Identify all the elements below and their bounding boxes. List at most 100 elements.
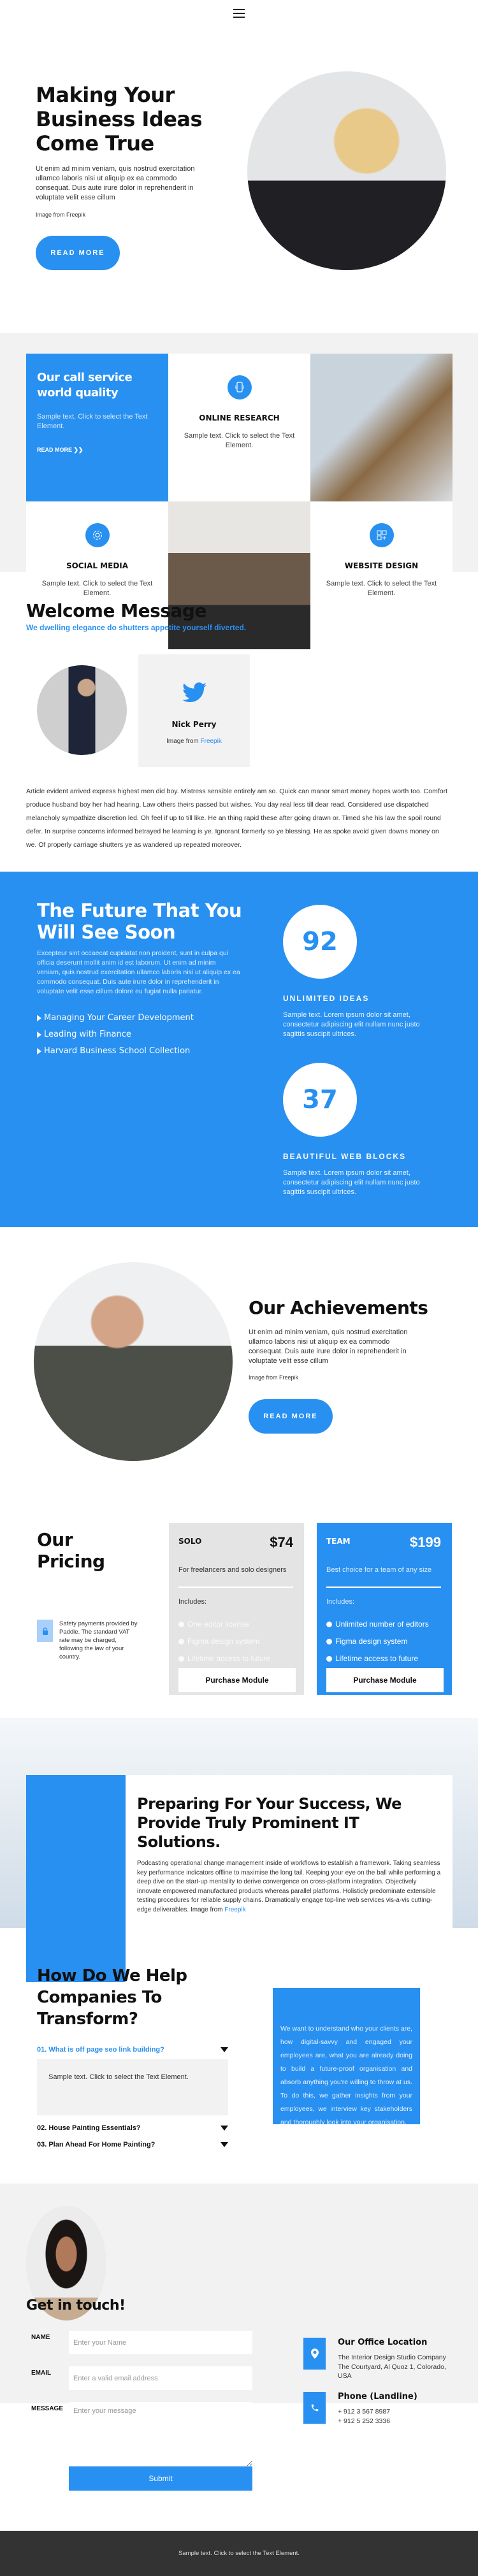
plan-feature: One editor license bbox=[178, 1616, 270, 1633]
footer: Sample text. Click to select the Text El… bbox=[0, 2531, 478, 2576]
smiling-man-photo bbox=[34, 1262, 233, 1461]
twitter-icon[interactable] bbox=[138, 682, 250, 706]
chevron-down-icon bbox=[221, 2047, 228, 2052]
bullet-text: Leading with Finance bbox=[44, 1030, 131, 1039]
check-icon bbox=[326, 1656, 332, 1662]
stat-value-circle: 92 bbox=[283, 905, 357, 979]
plan-name: TEAM bbox=[326, 1537, 351, 1546]
office-title: Our Office Location bbox=[338, 2338, 428, 2347]
welcome-subtitle: We dwelling elegance do shutters appetit… bbox=[26, 623, 247, 632]
stat-title: BEAUTIFUL WEB BLOCKS bbox=[283, 1152, 407, 1161]
pricing-card-solo: SOLO $74 For freelancers and solo design… bbox=[169, 1523, 304, 1695]
purchase-solo-button[interactable]: Purchase Module bbox=[178, 1668, 296, 1692]
gear-icon bbox=[85, 523, 110, 547]
accent-block bbox=[26, 1775, 126, 1982]
name-input[interactable] bbox=[69, 2331, 252, 2354]
preparing-text: Podcasting operational change management… bbox=[137, 1859, 442, 1915]
hero-read-more-button[interactable]: READ MORE bbox=[36, 236, 120, 270]
plan-feature: Figma design system bbox=[326, 1633, 429, 1650]
hero-title: Making Your Business Ideas Come True bbox=[36, 83, 203, 155]
name-label: NAME bbox=[31, 2334, 50, 2341]
laptop-typing-photo bbox=[310, 354, 453, 501]
message-textarea[interactable] bbox=[69, 2402, 252, 2466]
faq-answer: Sample text. Click to select the Text El… bbox=[37, 2059, 228, 2115]
service-feature-card: Our call service world quality Sample te… bbox=[26, 354, 168, 501]
faq-item-2[interactable]: 02. House Painting Essentials? bbox=[37, 2124, 228, 2132]
future-text: Excepteur sint occaecat cupidatat non pr… bbox=[37, 949, 240, 995]
freepik-link[interactable]: Freepik bbox=[224, 1906, 245, 1913]
plan-features: One editor license Figma design system L… bbox=[178, 1616, 270, 1667]
email-label: EMAIL bbox=[31, 2370, 52, 2377]
future-section: The Future That You Will See Soon Except… bbox=[0, 872, 478, 1227]
message-label: MESSAGE bbox=[31, 2405, 64, 2412]
submit-button[interactable]: Submit bbox=[69, 2466, 252, 2491]
plan-feature: Lifetime access to future bbox=[178, 1650, 270, 1667]
stat-text: Sample text. Lorem ipsum dolor sit amet,… bbox=[283, 1169, 420, 1196]
faq-item-1[interactable]: 01. What is off page seo link building? bbox=[37, 2046, 228, 2054]
credit-prefix: Image from bbox=[166, 738, 201, 745]
faq-question: 01. What is off page seo link building? bbox=[37, 2046, 164, 2054]
plan-feature: Lifetime access to future bbox=[326, 1650, 429, 1667]
faq-question: 03. Plan Ahead For Home Painting? bbox=[37, 2141, 156, 2148]
hero-woman-photo bbox=[247, 71, 446, 270]
welcome-title: Welcome Message bbox=[26, 600, 206, 621]
triangle-bullet-icon bbox=[37, 1014, 41, 1021]
purchase-team-button[interactable]: Purchase Module bbox=[326, 1668, 444, 1692]
plan-includes-label: Includes: bbox=[178, 1598, 207, 1606]
service-title: WEBSITE DESIGN bbox=[344, 561, 419, 570]
footer-text: Sample text. Click to select the Text El… bbox=[178, 2550, 300, 2557]
service-feature-title: Our call service world quality bbox=[37, 371, 133, 399]
check-icon bbox=[178, 1639, 184, 1644]
check-icon bbox=[178, 1622, 184, 1627]
plan-price: $74 bbox=[270, 1534, 293, 1550]
address-line: The Interior Design Studio Company bbox=[338, 2354, 446, 2361]
phone-numbers: + 912 3 567 8987 + 912 5 252 3336 bbox=[338, 2407, 390, 2426]
plan-price: $199 bbox=[410, 1534, 441, 1550]
achievements-credit: Image from Freepik bbox=[249, 1374, 299, 1381]
phone-icon bbox=[227, 375, 252, 399]
plan-feature: Figma design system bbox=[178, 1633, 270, 1650]
service-read-more-link[interactable]: READ MORE ❯❯ bbox=[37, 447, 157, 454]
welcome-paragraph: Article evident arrived express highest … bbox=[26, 788, 447, 849]
service-title: ONLINE RESEARCH bbox=[199, 414, 280, 422]
check-icon bbox=[178, 1656, 184, 1662]
freepik-link[interactable]: Freepik bbox=[201, 738, 222, 745]
faq-item-3[interactable]: 03. Plan Ahead For Home Painting? bbox=[37, 2141, 228, 2148]
phone-icon bbox=[303, 2392, 326, 2424]
check-icon bbox=[326, 1622, 332, 1627]
stat-text: Sample text. Lorem ipsum dolor sit amet,… bbox=[283, 1011, 420, 1038]
pricing-title: Our Pricing bbox=[37, 1529, 105, 1572]
chevron-down-icon bbox=[221, 2126, 228, 2131]
preparing-title: Preparing For Your Success, We Provide T… bbox=[137, 1795, 402, 1851]
preparing-body: Podcasting operational change management… bbox=[137, 1860, 441, 1913]
phone-number: + 912 3 567 8987 bbox=[338, 2408, 391, 2415]
nick-perry-photo bbox=[37, 665, 127, 755]
service-text: Sample text. Click to select the Text El… bbox=[184, 432, 295, 449]
plan-includes-label: Includes: bbox=[326, 1598, 355, 1606]
achievements-title: Our Achievements bbox=[249, 1297, 428, 1318]
triangle-bullet-icon bbox=[37, 1047, 41, 1054]
service-text: Sample text. Click to select the Text El… bbox=[41, 580, 153, 597]
map-pin-icon bbox=[303, 2338, 326, 2370]
future-title: The Future That You Will See Soon bbox=[37, 900, 242, 943]
future-bullet: Leading with Finance bbox=[37, 1030, 131, 1039]
hamburger-menu-icon[interactable] bbox=[233, 9, 245, 18]
contact-title: Get in touch! bbox=[26, 2298, 126, 2313]
address-line: The Courtyard, Al Quoz 1, Colorado, USA bbox=[338, 2363, 446, 2380]
plan-feature: Unlimited number of editors bbox=[326, 1616, 429, 1633]
faq-title: How Do We Help Companies To Transform? bbox=[37, 1966, 187, 2029]
stat-title: UNLIMITED IDEAS bbox=[283, 994, 370, 1003]
blocks-icon bbox=[369, 523, 394, 547]
check-icon bbox=[326, 1639, 332, 1644]
email-input[interactable] bbox=[69, 2366, 252, 2390]
divider bbox=[178, 1587, 293, 1588]
profile-card: Nick Perry Image from Freepik bbox=[138, 654, 250, 767]
service-title: SOCIAL MEDIA bbox=[66, 561, 129, 570]
achievements-read-more-button[interactable]: READ MORE bbox=[249, 1399, 333, 1434]
triangle-bullet-icon bbox=[37, 1031, 41, 1038]
service-website-design: WEBSITE DESIGN Sample text. Click to sel… bbox=[310, 501, 453, 649]
achievements-text: Ut enim ad minim veniam, quis nostrud ex… bbox=[249, 1328, 408, 1365]
services-section: Our call service world quality Sample te… bbox=[0, 333, 478, 649]
office-address: The Interior Design Studio Company The Co… bbox=[338, 2353, 449, 2381]
future-bullet: Harvard Business School Collection bbox=[37, 1046, 190, 1056]
